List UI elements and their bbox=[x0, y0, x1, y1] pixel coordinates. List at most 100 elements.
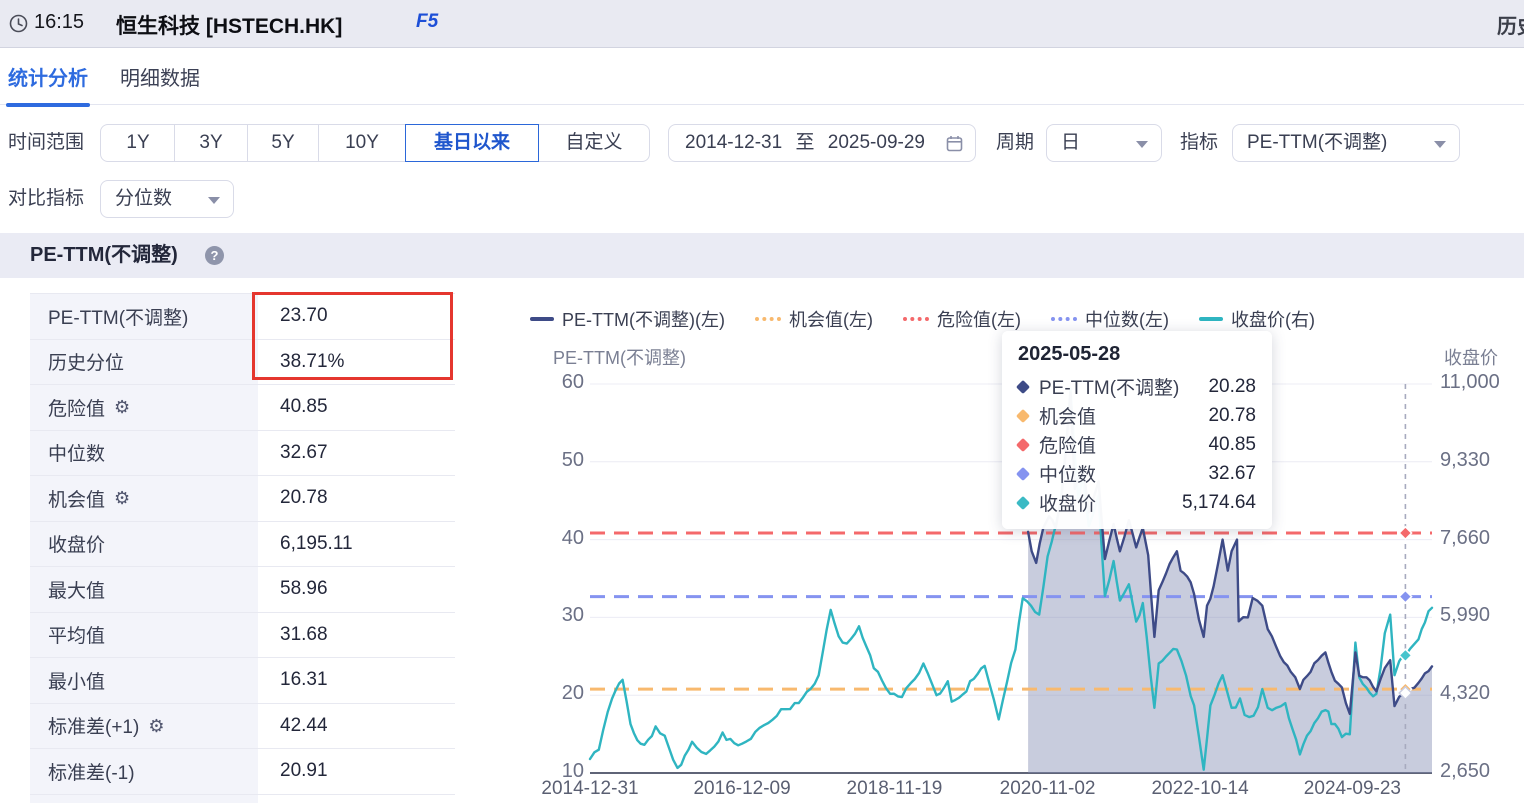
legend-item[interactable]: 中位数(左) bbox=[1050, 306, 1169, 332]
chart-tooltip: 2025-05-28 PE-TTM(不调整) 20.28 机会值 20.78 危险值 40… bbox=[1002, 331, 1272, 529]
filter-row-1: 时间范围 1Y 3Y 5Y 10Y 基日以来 自定义 2014-12-31 至 2025-… bbox=[0, 124, 1524, 162]
x-axis-tick: 2022-10-14 bbox=[1151, 778, 1249, 799]
left-axis-tick: 40 bbox=[561, 526, 584, 549]
range-button-1Y[interactable]: 1Y bbox=[100, 124, 176, 162]
range-button-10Y[interactable]: 10Y bbox=[318, 124, 406, 162]
legend-marker-icon bbox=[530, 317, 554, 321]
left-axis-tick: 20 bbox=[561, 682, 584, 705]
right-axis-tick: 9,330 bbox=[1440, 448, 1491, 471]
top-bar: 16:15 恒生科技 [HSTECH.HK] F5 历史 bbox=[0, 0, 1524, 48]
series-diamond-icon bbox=[1015, 437, 1031, 452]
table-row bbox=[30, 794, 455, 803]
tooltip-date: 2025-05-28 bbox=[1018, 343, 1121, 365]
legend-marker-icon bbox=[1198, 317, 1223, 321]
x-axis-tick: 2024-09-23 bbox=[1303, 778, 1402, 799]
filter-row-2: 对比指标 分位数 bbox=[0, 180, 1524, 218]
range-button-自定义[interactable]: 自定义 bbox=[538, 124, 650, 162]
legend-item[interactable]: 危险值(左) bbox=[902, 306, 1021, 332]
time-range-button-group: 1Y 3Y 5Y 10Y 基日以来 自定义 bbox=[100, 124, 660, 162]
gear-icon[interactable]: ⚙ bbox=[114, 489, 130, 507]
right-axis-tick: 5,990 bbox=[1440, 604, 1491, 627]
range-button-3Y[interactable]: 3Y bbox=[174, 124, 248, 162]
legend-label: 危险值(左) bbox=[936, 310, 1021, 330]
compare-metric-label: 对比指标 bbox=[8, 188, 85, 209]
stat-value: 20.78 bbox=[258, 476, 455, 521]
series-diamond-icon bbox=[1015, 379, 1031, 394]
stat-value: 32.67 bbox=[258, 430, 455, 475]
app-root: 16:15 恒生科技 [HSTECH.HK] F5 历史 统计分析 明细数据 时间… bbox=[0, 0, 1524, 803]
date-end: 2025-09-29 bbox=[827, 132, 925, 153]
legend-item[interactable]: 机会值(左) bbox=[754, 306, 873, 332]
table-row: 历史分位 38.71% bbox=[30, 339, 455, 385]
legend-marker-icon bbox=[902, 317, 929, 321]
series-diamond-icon bbox=[1015, 466, 1031, 481]
stat-label: 收盘价 bbox=[48, 535, 106, 557]
right-axis-tick: 7,660 bbox=[1440, 526, 1491, 549]
section-title: PE-TTM(不调整) bbox=[30, 244, 178, 266]
tooltip-row: 中位数 32.67 bbox=[1015, 459, 1256, 488]
tooltip-row: PE-TTM(不调整) 20.28 bbox=[1015, 372, 1256, 401]
legend-item[interactable]: 收盘价(右) bbox=[1198, 306, 1315, 332]
series-diamond-icon bbox=[1015, 495, 1031, 510]
chevron-down-icon bbox=[1434, 141, 1446, 148]
refresh-f5-button[interactable]: F5 bbox=[416, 11, 438, 33]
stat-label: 标准差(+1) bbox=[48, 717, 140, 739]
left-axis-title: PE-TTM(不调整) bbox=[553, 348, 686, 368]
legend-marker-icon bbox=[754, 317, 781, 321]
table-row: 机会值 ⚙ 20.78 bbox=[30, 476, 455, 522]
help-icon[interactable]: ? bbox=[205, 246, 224, 265]
tab-1[interactable]: 统计分析 bbox=[6, 62, 90, 107]
metric-label: 指标 bbox=[1180, 132, 1219, 153]
range-button-5Y[interactable]: 5Y bbox=[247, 124, 319, 162]
legend-label: 机会值(左) bbox=[788, 310, 873, 330]
tooltip-row: 收盘价 5,174.64 bbox=[1015, 488, 1256, 517]
left-axis-tick: 30 bbox=[561, 604, 584, 627]
metric-value: PE-TTM(不调整) bbox=[1247, 132, 1388, 153]
history-button[interactable]: 历史 bbox=[1497, 10, 1524, 39]
stat-value: 38.71% bbox=[258, 339, 455, 384]
table-row: 平均值 31.68 bbox=[30, 612, 455, 658]
compare-metric-value: 分位数 bbox=[115, 188, 173, 209]
stats-table: PE-TTM(不调整) 23.70 历史分位 38.71% 危险值 ⚙ 40.85 中位数 32… bbox=[30, 293, 455, 803]
tooltip-row: 机会值 20.78 bbox=[1015, 401, 1256, 430]
right-axis-tick: 4,320 bbox=[1440, 682, 1491, 705]
date-range-picker[interactable]: 2014-12-31 至 2025-09-29 bbox=[668, 124, 976, 162]
table-row: 收盘价 6,195.11 bbox=[30, 521, 455, 567]
period-label: 周期 bbox=[996, 132, 1035, 153]
table-row: 最大值 58.96 bbox=[30, 567, 455, 613]
chevron-down-icon bbox=[1136, 141, 1148, 148]
stat-value: 20.91 bbox=[258, 749, 455, 794]
tab-2[interactable]: 明细数据 bbox=[120, 62, 200, 91]
stat-label: PE-TTM(不调整) bbox=[48, 307, 189, 329]
stat-value: 23.70 bbox=[258, 294, 455, 339]
period-select[interactable]: 日 bbox=[1046, 124, 1162, 162]
stat-label: 中位数 bbox=[48, 444, 106, 466]
stat-value: 31.68 bbox=[258, 612, 455, 657]
legend-item[interactable]: PE-TTM(不调整)(左) bbox=[530, 306, 725, 332]
x-axis-tick: 2014-12-31 bbox=[541, 778, 639, 799]
tooltip-row: 危险值 40.85 bbox=[1015, 430, 1256, 459]
right-axis-tick: 2,650 bbox=[1440, 760, 1491, 782]
left-axis-tick: 60 bbox=[561, 371, 584, 393]
x-axis-tick: 2020-11-02 bbox=[999, 778, 1096, 799]
table-row: 中位数 32.67 bbox=[30, 430, 455, 476]
gear-icon[interactable]: ⚙ bbox=[148, 717, 164, 735]
table-row: 标准差(-1) 20.91 bbox=[30, 749, 455, 795]
stat-label: 最大值 bbox=[48, 580, 106, 602]
compare-metric-select[interactable]: 分位数 bbox=[100, 180, 234, 218]
gear-icon[interactable]: ⚙ bbox=[114, 398, 130, 416]
metric-select[interactable]: PE-TTM(不调整) bbox=[1232, 124, 1460, 162]
page-title: 恒生科技 [HSTECH.HK] bbox=[116, 15, 343, 38]
section-header: PE-TTM(不调整) ? bbox=[0, 233, 1524, 278]
table-row: 标准差(+1) ⚙ 42.44 bbox=[30, 703, 455, 749]
stat-label: 危险值 bbox=[48, 398, 106, 420]
right-axis-title: 收盘价 bbox=[1444, 348, 1498, 368]
series-diamond-icon bbox=[1015, 408, 1031, 423]
stat-label: 标准差(-1) bbox=[48, 762, 135, 784]
period-value: 日 bbox=[1061, 132, 1081, 153]
table-row: 最小值 16.31 bbox=[30, 658, 455, 704]
legend-marker-icon bbox=[1050, 317, 1077, 321]
range-button-基日以来[interactable]: 基日以来 bbox=[405, 124, 539, 162]
stat-label: 历史分位 bbox=[48, 353, 125, 375]
stat-value: 6,195.11 bbox=[258, 521, 455, 566]
